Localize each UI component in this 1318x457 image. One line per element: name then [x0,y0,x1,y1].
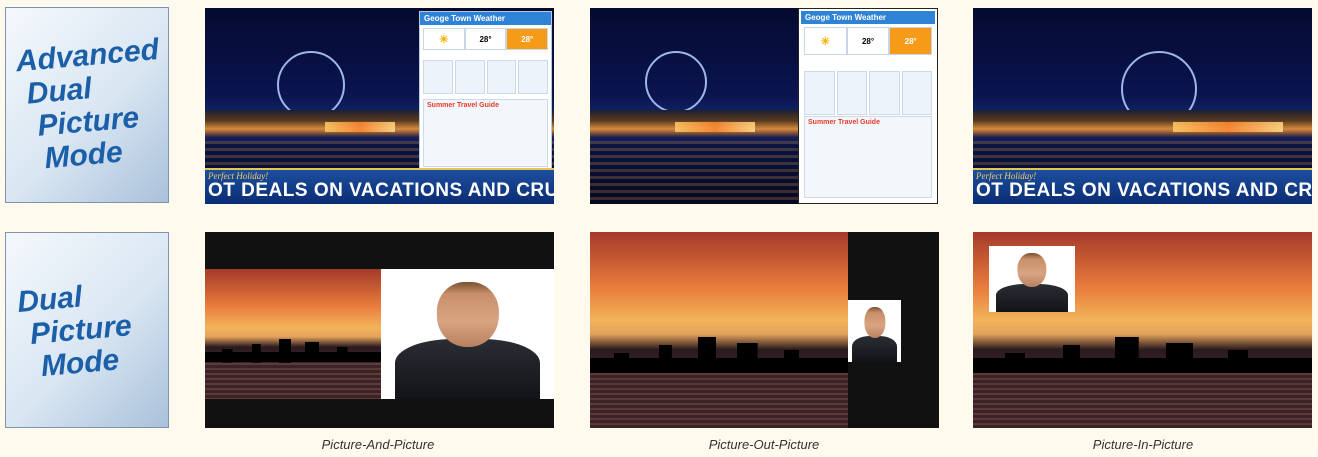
portrait-head [436,282,499,347]
portrait-head [1017,252,1047,287]
pip-portrait-image [989,246,1075,312]
sunset-water [205,362,381,399]
ferris-wheel [645,51,707,114]
lights [1173,121,1283,132]
dual-picture-mode-card: Dual Picture Mode [5,232,169,428]
portrait-image [381,269,554,399]
current-temp: 28° [464,28,507,50]
advanced-pop-side-thumbnail: Geoge Town Weather ☀ 28° 28° Summer Trav… [798,8,938,204]
sunset-skyline [973,322,1312,374]
weather-title: Geoge Town Weather [420,12,551,25]
sunset-skyline [590,322,848,374]
sunset-image [590,232,848,428]
lights [325,121,395,132]
caption-picture-in-picture: Picture-In-Picture [1092,437,1194,452]
travel-guide: Summer Travel Guide [423,98,548,167]
mode-label: Dual Picture Mode [12,229,140,432]
hi-temp: 28° [889,27,933,55]
portrait-head [863,307,886,339]
lights [675,121,755,132]
mode-label-line: Mode [39,342,121,383]
caption-picture-and-picture: Picture-And-Picture [321,437,435,452]
current-temp: 28° [846,27,890,55]
advanced-pip-thumbnail: Perfect Holiday! OT DEALS ON VACATIONS A… [973,8,1312,204]
forecast-days [804,71,932,115]
weather-widget: Geoge Town Weather ☀ 28° 28° Summer Trav… [419,11,552,171]
portrait-body [995,284,1069,312]
advanced-pap-thumbnail: Geoge Town Weather ☀ 28° 28° Summer Trav… [205,8,554,204]
portrait-image [848,300,901,362]
mode-label: Advanced Dual Picture Mode [12,2,172,208]
ticker-banner: Perfect Holiday! OT DEALS ON VACATIONS A… [973,168,1312,204]
guide-title: Summer Travel Guide [427,101,499,109]
sunset-skyline [205,328,381,363]
sunset-water [590,373,848,428]
portrait-body [852,335,897,362]
guide-title: Summer Travel Guide [808,119,880,127]
portrait-body [394,339,541,399]
sun-icon: ☀ [423,28,465,50]
picture-and-picture-thumbnail [205,232,554,428]
advanced-dual-picture-mode-card: Advanced Dual Picture Mode [5,7,169,203]
sunset-image [205,269,381,399]
picture-in-picture-thumbnail [973,232,1312,428]
ticker-banner: Perfect Holiday! OT DEALS ON VACATIONS A… [205,168,554,204]
sunset-water [973,373,1312,428]
banner-big-text: OT DEALS ON VACATIONS AND CRUIS [208,180,554,201]
picture-out-picture-thumbnail [590,232,939,428]
forecast-days [423,60,548,94]
weather-today: ☀ 28° 28° [804,27,933,55]
weather-today: ☀ 28° 28° [423,28,549,50]
ferris-wheel [277,51,345,120]
hi-temp: 28° [506,28,549,50]
weather-widget: Geoge Town Weather ☀ 28° 28° Summer Trav… [801,11,935,201]
sun-icon: ☀ [804,27,847,55]
banner-big-text: OT DEALS ON VACATIONS AND CRUIS [976,180,1312,201]
weather-title: Geoge Town Weather [801,11,935,24]
travel-guide: Summer Travel Guide [804,116,932,198]
caption-picture-out-picture: Picture-Out-Picture [708,437,820,452]
